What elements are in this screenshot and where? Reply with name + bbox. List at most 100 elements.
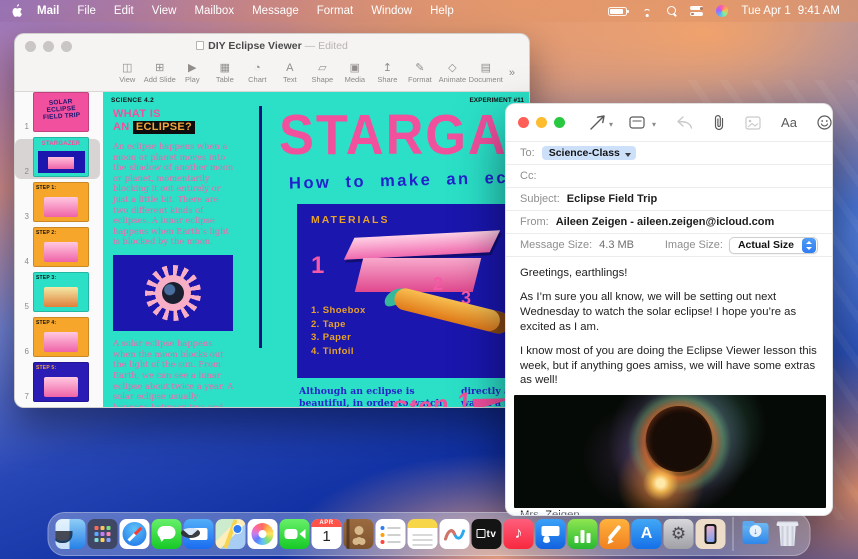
slide-number: 3 — [15, 212, 33, 222]
toolbar-button-share[interactable]: ↥Share — [371, 62, 404, 84]
slide-number: 4 — [15, 257, 33, 267]
toolbar-button-document[interactable]: ▤Document — [469, 62, 503, 84]
menu-message[interactable]: Message — [243, 5, 308, 17]
attach-button[interactable] — [713, 114, 725, 131]
image-size-value: Actual Size — [738, 239, 794, 251]
menu-help[interactable]: Help — [421, 5, 463, 17]
dock-iphone-mirroring[interactable] — [696, 519, 726, 549]
control-center-icon[interactable] — [690, 6, 703, 16]
slide-thumbnail-3[interactable]: 3 STEP 1: — [15, 184, 100, 224]
toolbar-button-add-slide[interactable]: ⊞Add Slide — [144, 62, 177, 84]
from-field[interactable]: From: Aileen Zeigen - aileen.zeigen@iclo… — [506, 210, 832, 233]
subject-field[interactable]: Subject: Eclipse Field Trip — [506, 187, 832, 210]
menu-format[interactable]: Format — [308, 5, 362, 17]
dock-system-settings[interactable]: ⚙ — [664, 519, 694, 549]
material-item-4: 4. Tinfoil — [311, 345, 366, 359]
slide-3-thumb[interactable]: STEP 1: — [33, 182, 89, 222]
format-button[interactable]: Aa — [781, 115, 797, 130]
slide-1-thumb[interactable]: SOLAR ECLIPSE FIELD TRIP — [33, 92, 89, 132]
dock-facetime[interactable] — [280, 519, 310, 549]
dock-calendar[interactable]: APR 1 — [312, 519, 342, 549]
emoji-button[interactable] — [817, 115, 832, 130]
menu-mail[interactable]: Mail — [28, 5, 68, 17]
subject-label: Subject: — [520, 193, 560, 205]
toolbar-button-view[interactable]: ◫View — [111, 62, 144, 84]
slide-thumbnail-1[interactable]: 1 SOLAR ECLIPSE FIELD TRIP — [15, 94, 100, 134]
materials-box: MATERIALS 1 2 3 4 1. Shoebox 2. Tape 3. … — [297, 204, 529, 378]
slide-thumbnail-2-selected[interactable]: 2 STARGAZER — [15, 139, 100, 179]
toolbar-button-animate[interactable]: ◇Animate — [436, 62, 469, 84]
dock-reminders[interactable] — [376, 519, 406, 549]
zoom-button[interactable] — [554, 117, 565, 128]
toolbar-button-play[interactable]: ▶Play — [176, 62, 209, 84]
dock-messages[interactable] — [152, 519, 182, 549]
slide-2-thumb[interactable]: STARGAZER — [33, 137, 89, 177]
menu-mailbox[interactable]: Mailbox — [185, 5, 243, 17]
dock-finder[interactable] — [56, 519, 86, 549]
dock-trash[interactable] — [773, 519, 803, 549]
slide-4-thumb[interactable]: STEP 2: — [33, 227, 89, 267]
toolbar-button-table[interactable]: ▦Table — [209, 62, 242, 84]
slide-thumbnail-6[interactable]: 6 STEP 4: — [15, 319, 100, 359]
slide-thumbnail-5[interactable]: 5 STEP 3: — [15, 274, 100, 314]
slide-6-thumb[interactable]: STEP 4: — [33, 317, 89, 357]
chart-icon: ◔ — [254, 62, 261, 75]
image-size-select[interactable]: Actual Size — [729, 237, 818, 254]
battery-icon[interactable] — [608, 7, 627, 16]
dock-photos[interactable] — [248, 519, 278, 549]
dock-app-store[interactable] — [632, 519, 662, 549]
calendar-month: APR — [312, 519, 342, 527]
minimize-button[interactable] — [536, 117, 547, 128]
dock-freeform[interactable] — [440, 519, 470, 549]
dock-notes[interactable] — [408, 519, 438, 549]
dock-pages[interactable] — [600, 519, 630, 549]
spotlight-search-icon[interactable] — [667, 6, 677, 16]
keynote-titlebar[interactable]: DIY Eclipse Viewer — Edited — [15, 34, 529, 54]
dock-music[interactable]: ♪ — [504, 519, 534, 549]
header-fields-chevron-icon[interactable]: ▾ — [652, 120, 656, 129]
menu-file[interactable]: File — [68, 5, 105, 17]
dock-contacts[interactable] — [344, 519, 374, 549]
dock-downloads-folder[interactable] — [741, 519, 771, 549]
mail-toolbar-overflow-icon[interactable]: » — [832, 116, 833, 130]
slide-7-thumb[interactable]: STEP 5: — [33, 362, 89, 402]
menu-view[interactable]: View — [143, 5, 186, 17]
toolbar-button-chart[interactable]: ◔Chart — [241, 62, 274, 84]
apple-menu[interactable] — [12, 4, 24, 18]
reply-button[interactable] — [676, 116, 693, 129]
slide-subtitle: How to make an eclipse viewer! — [289, 165, 529, 193]
toolbar-button-media[interactable]: ▣Media — [339, 62, 372, 84]
dock-maps[interactable] — [216, 519, 246, 549]
siri-icon[interactable] — [716, 5, 728, 17]
dock-launchpad[interactable] — [88, 519, 118, 549]
slide-canvas[interactable]: SCIENCE 4.2 EXPERIMENT #11 WHAT IS AN EC… — [103, 92, 529, 407]
share-icon: ↥ — [383, 62, 392, 75]
toolbar-button-text[interactable]: AText — [274, 62, 307, 84]
toolbar-overflow-icon[interactable]: » — [509, 67, 515, 79]
menu-window[interactable]: Window — [362, 5, 421, 17]
slide-thumbnail-7[interactable]: 7 STEP 5: — [15, 364, 100, 404]
header-fields-button[interactable] — [629, 116, 649, 130]
slide-5-thumb[interactable]: STEP 3: — [33, 272, 89, 312]
eclipse-photo-attachment[interactable] — [514, 395, 826, 508]
wifi-icon[interactable] — [640, 6, 654, 17]
to-recipient-token[interactable]: Science-Class — [542, 146, 636, 161]
dock-mail[interactable] — [184, 519, 214, 549]
menu-edit[interactable]: Edit — [105, 5, 143, 17]
slide-thumbnail-4[interactable]: 4 STEP 2: — [15, 229, 100, 269]
dock-safari[interactable] — [120, 519, 150, 549]
heading-what-is: WHAT IS — [113, 108, 161, 120]
dock-tv[interactable]: tv — [472, 519, 502, 549]
dock-keynote[interactable] — [536, 519, 566, 549]
tv-logo: tv — [477, 529, 497, 540]
toolbar-button-shape[interactable]: ▱Shape — [306, 62, 339, 84]
menu-bar-clock[interactable]: Tue Apr 1 9:41 AM — [741, 5, 840, 17]
close-button[interactable] — [518, 117, 529, 128]
cc-field[interactable]: Cc: — [506, 164, 832, 187]
toolbar-button-format[interactable]: ✎Format — [404, 62, 437, 84]
insert-photo-button[interactable] — [745, 116, 761, 130]
to-field[interactable]: To: Science-Class — [506, 141, 832, 164]
send-options-chevron-icon[interactable]: ▾ — [609, 120, 613, 129]
send-button[interactable] — [589, 114, 606, 131]
dock-numbers[interactable] — [568, 519, 598, 549]
